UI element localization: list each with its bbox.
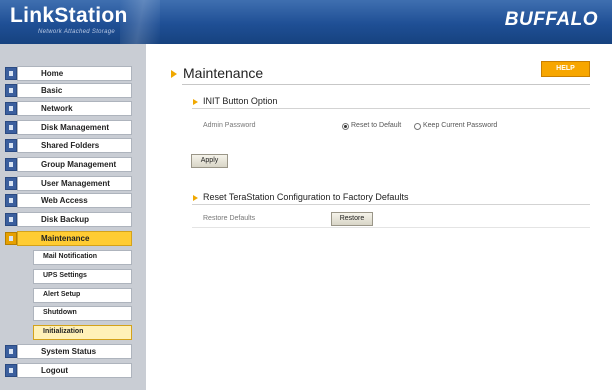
sidebar-item-maintenance[interactable]: Maintenance [5, 231, 132, 246]
folder-icon [5, 139, 17, 152]
sidebar-subitem-ups-settings[interactable]: UPS Settings [33, 269, 132, 284]
sidebar-item-disk-management[interactable]: Disk Management [5, 120, 132, 135]
web-access-icon [5, 194, 17, 207]
group-icon [5, 158, 17, 171]
sidebar-item-home[interactable]: Home [5, 66, 132, 81]
app-header: LinkStation Network Attached Storage BUF… [0, 0, 612, 44]
home-icon [5, 67, 17, 80]
sidebar-item-label: User Management [41, 179, 110, 188]
section-title-init-button: INIT Button Option [203, 96, 278, 106]
linkstation-logo: LinkStation [10, 4, 128, 27]
arrow-bullet-icon [171, 70, 177, 78]
radio-reset-to-default[interactable] [342, 123, 349, 130]
restore-defaults-label: Restore Defaults [203, 215, 256, 222]
admin-password-label: Admin Password [203, 122, 256, 129]
sidebar-item-disk-backup[interactable]: Disk Backup [5, 212, 132, 227]
section-title-reset-defaults: Reset TeraStation Configuration to Facto… [203, 192, 409, 202]
sidebar-item-label: Disk Backup [41, 215, 90, 224]
network-icon [5, 102, 17, 115]
sidebar-item-label: Group Management [41, 160, 117, 169]
maintenance-icon [5, 232, 17, 245]
arrow-bullet-icon [193, 195, 198, 201]
sidebar-item-logout[interactable]: Logout [5, 363, 132, 378]
help-button[interactable]: HELP [541, 61, 590, 77]
sidebar-item-web-access[interactable]: Web Access [5, 193, 132, 208]
title-divider [182, 84, 590, 85]
radio-keep-current-password[interactable] [414, 123, 421, 130]
sidebar-item-label: Network [41, 104, 73, 113]
sidebar-subitem-label: Mail Notification [43, 253, 98, 260]
radio-label-reset-to-default: Reset to Default [351, 122, 402, 129]
sidebar-item-group-management[interactable]: Group Management [5, 157, 132, 172]
user-icon [5, 177, 17, 190]
sidebar-subitem-alert-setup[interactable]: Alert Setup [33, 288, 132, 303]
backup-icon [5, 213, 17, 226]
system-status-icon [5, 345, 17, 358]
sidebar-item-label: Shared Folders [41, 141, 100, 150]
sidebar-item-shared-folders[interactable]: Shared Folders [5, 138, 132, 153]
arrow-bullet-icon [193, 99, 198, 105]
basic-settings-icon [5, 84, 17, 97]
logout-icon [5, 364, 17, 377]
section-divider [192, 108, 590, 109]
sidebar-subitem-label: Alert Setup [43, 291, 81, 298]
sidebar-item-basic[interactable]: Basic [5, 83, 132, 98]
sidebar-subitem-mail-notification[interactable]: Mail Notification [33, 250, 132, 265]
sidebar-subitem-label: Initialization [43, 328, 84, 335]
sidebar-item-label: Web Access [41, 196, 88, 205]
sidebar-item-network[interactable]: Network [5, 101, 132, 116]
sidebar-item-label: Logout [41, 366, 69, 375]
sidebar-item-label: Basic [41, 86, 63, 95]
apply-button[interactable]: Apply [191, 154, 228, 168]
sidebar-item-label: Maintenance [41, 234, 90, 243]
main-content: Maintenance HELP INIT Button Option Admi… [146, 44, 612, 390]
restore-button[interactable]: Restore [331, 212, 373, 226]
sidebar-item-label: Disk Management [41, 123, 110, 132]
sidebar-item-label: System Status [41, 347, 97, 356]
logo-subtitle: Network Attached Storage [38, 29, 116, 35]
buffalo-brand-logo: BUFFALO [504, 9, 598, 30]
sidebar-subitem-label: UPS Settings [43, 272, 87, 279]
section-divider [192, 204, 590, 205]
page-title: Maintenance [183, 65, 264, 81]
sidebar: Home Basic Network Disk Management Share… [0, 44, 146, 390]
radio-label-keep-current-password: Keep Current Password [423, 122, 498, 129]
sidebar-subitem-label: Shutdown [43, 309, 77, 316]
sidebar-subitem-initialization[interactable]: Initialization [33, 325, 132, 340]
row-divider [192, 227, 590, 228]
disk-icon [5, 121, 17, 134]
sidebar-subitem-shutdown[interactable]: Shutdown [33, 306, 132, 321]
sidebar-item-user-management[interactable]: User Management [5, 176, 132, 191]
sidebar-item-system-status[interactable]: System Status [5, 344, 132, 359]
sidebar-item-label: Home [41, 69, 64, 78]
